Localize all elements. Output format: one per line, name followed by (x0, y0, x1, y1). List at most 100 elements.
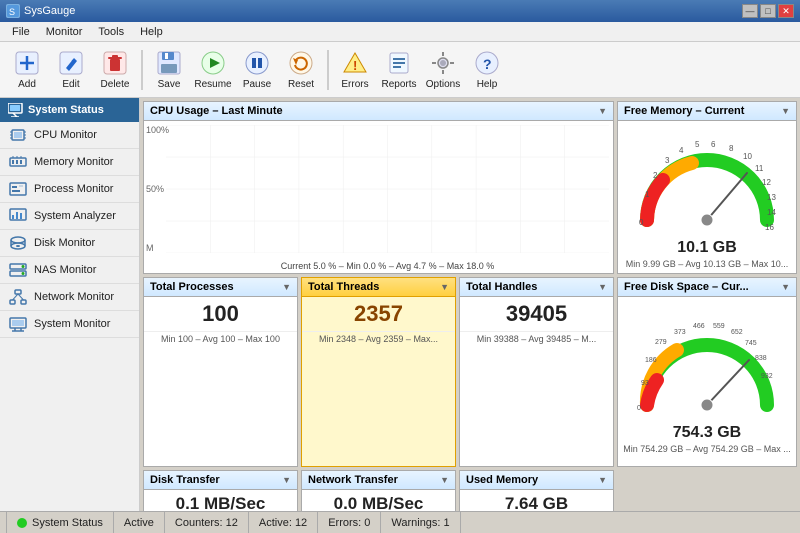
sidebar-nas-label: NAS Monitor (34, 264, 96, 276)
minimize-button[interactable]: — (742, 4, 758, 18)
total-processes-header: Total Processes ▼ (144, 278, 297, 297)
svg-text:559: 559 (713, 323, 725, 330)
svg-text:14: 14 (767, 208, 776, 217)
errors-icon: ! (341, 49, 369, 77)
status-active-count: Active: 12 (249, 512, 318, 533)
reports-button[interactable]: Reports (378, 46, 420, 93)
svg-text:8: 8 (729, 144, 734, 153)
total-handles-panel: Total Handles ▼ 39405 Min 39388 – Avg 39… (459, 277, 614, 467)
status-active-label: Active (124, 517, 154, 529)
save-icon (155, 49, 183, 77)
main-layout: System Status CPU Monitor Memory Monitor… (0, 98, 800, 511)
add-icon (13, 49, 41, 77)
sidebar-item-process[interactable]: Process Monitor (0, 176, 139, 203)
total-threads-arrow[interactable]: ▼ (440, 282, 449, 292)
free-disk-panel: Free Disk Space – Cur... ▼ (617, 277, 797, 467)
svg-text:279: 279 (655, 339, 667, 346)
free-disk-value: 754.3 GB (673, 424, 741, 442)
menu-monitor[interactable]: Monitor (38, 24, 91, 40)
status-warnings-label: Warnings: 1 (391, 517, 449, 529)
status-system-status: System Status (6, 512, 114, 533)
disk-transfer-arrow[interactable]: ▼ (282, 475, 291, 485)
network-transfer-panel: Network Transfer ▼ 0.0 MB/Sec Min 0.0 MB… (301, 470, 456, 511)
maximize-button[interactable]: □ (760, 4, 776, 18)
svg-text:10: 10 (743, 152, 752, 161)
svg-text:13: 13 (767, 193, 776, 202)
disk-transfer-panel: Disk Transfer ▼ 0.1 MB/Sec Min 0.0 MB/Se… (143, 470, 298, 511)
sidebar-item-analyzer[interactable]: System Analyzer (0, 203, 139, 230)
free-memory-title: Free Memory – Current (624, 105, 744, 117)
svg-text:?: ? (483, 56, 492, 72)
menu-help[interactable]: Help (132, 24, 171, 40)
svg-text:652: 652 (731, 329, 743, 336)
sidebar-item-system[interactable]: System Monitor (0, 311, 139, 338)
add-button[interactable]: Add (6, 46, 48, 93)
reset-icon (287, 49, 315, 77)
free-memory-limits: Min 9.99 GB – Avg 10.13 GB – Max 10... (626, 259, 788, 269)
sidebar-item-memory[interactable]: Memory Monitor (0, 149, 139, 176)
cpu-chart-status: Current 5.0 % – Min 0.0 % – Avg 4.7 % – … (166, 261, 609, 271)
menu-file[interactable]: File (4, 24, 38, 40)
stats-row-1: Total Processes ▼ 100 Min 100 – Avg 100 … (143, 277, 614, 467)
total-threads-limits: Min 2348 – Avg 2359 – Max... (302, 331, 455, 348)
sidebar-item-network[interactable]: Network Monitor (0, 284, 139, 311)
edit-icon (57, 49, 85, 77)
disk-transfer-header: Disk Transfer ▼ (144, 471, 297, 490)
stats-row-2-container: Disk Transfer ▼ 0.1 MB/Sec Min 0.0 MB/Se… (143, 470, 797, 511)
network-transfer-title: Network Transfer (308, 474, 398, 486)
delete-button[interactable]: Delete (94, 46, 136, 93)
free-memory-arrow[interactable]: ▼ (781, 106, 790, 116)
sidebar-item-nas[interactable]: NAS Monitor (0, 257, 139, 284)
svg-text:3: 3 (665, 156, 670, 165)
svg-text:838: 838 (755, 355, 767, 362)
help-button[interactable]: ? Help (466, 46, 508, 93)
pause-button[interactable]: Pause (236, 46, 278, 93)
reset-button[interactable]: Reset (280, 46, 322, 93)
sidebar-item-disk[interactable]: Disk Monitor (0, 230, 139, 257)
menu-tools[interactable]: Tools (90, 24, 132, 40)
status-system-label: System Status (32, 517, 103, 529)
menu-bar: File Monitor Tools Help (0, 22, 800, 42)
cpu-panel: CPU Usage – Last Minute ▼ 100% 50% M (143, 101, 614, 274)
status-errors: Errors: 0 (318, 512, 381, 533)
top-row: CPU Usage – Last Minute ▼ 100% 50% M (143, 101, 797, 274)
sidebar-memory-label: Memory Monitor (34, 156, 113, 168)
used-memory-title: Used Memory (466, 474, 538, 486)
free-disk-title: Free Disk Space – Cur... (624, 281, 749, 293)
used-memory-arrow[interactable]: ▼ (598, 475, 607, 485)
pause-icon (243, 49, 271, 77)
status-active-count-label: Active: 12 (259, 517, 307, 529)
sidebar-cpu-label: CPU Monitor (34, 129, 97, 141)
options-button[interactable]: Options (422, 46, 464, 93)
resume-button[interactable]: Resume (192, 46, 234, 93)
svg-text:466: 466 (693, 323, 705, 330)
save-button[interactable]: Save (148, 46, 190, 93)
cpu-panel-arrow[interactable]: ▼ (598, 106, 607, 116)
status-dot (17, 518, 27, 528)
status-warnings: Warnings: 1 (381, 512, 460, 533)
total-threads-header: Total Threads ▼ (302, 278, 455, 297)
sidebar-item-cpu[interactable]: CPU Monitor (0, 122, 139, 149)
disk-transfer-title: Disk Transfer (150, 474, 220, 486)
total-processes-panel: Total Processes ▼ 100 Min 100 – Avg 100 … (143, 277, 298, 467)
close-button[interactable]: ✕ (778, 4, 794, 18)
errors-button[interactable]: ! Errors (334, 46, 376, 93)
network-icon (8, 289, 28, 305)
network-transfer-arrow[interactable]: ▼ (440, 475, 449, 485)
total-handles-arrow[interactable]: ▼ (598, 282, 607, 292)
edit-button[interactable]: Edit (50, 46, 92, 93)
sidebar-header-label: System Status (28, 104, 104, 116)
cpu-chart-svg (166, 125, 609, 253)
system-icon (8, 316, 28, 332)
svg-text:2: 2 (653, 171, 658, 180)
total-processes-arrow[interactable]: ▼ (282, 282, 291, 292)
stats-row-1-container: Total Processes ▼ 100 Min 100 – Avg 100 … (143, 277, 797, 467)
free-memory-gauge-svg: 0 1 2 3 4 5 6 8 10 11 12 13 14 16 (627, 125, 787, 235)
svg-text:4: 4 (679, 146, 684, 155)
svg-text:745: 745 (745, 340, 757, 347)
window-controls: — □ ✕ (742, 4, 794, 18)
free-disk-header: Free Disk Space – Cur... ▼ (618, 278, 796, 297)
free-disk-arrow[interactable]: ▼ (781, 282, 790, 292)
network-transfer-value: 0.0 MB/Sec (302, 490, 455, 511)
total-handles-value: 39405 (460, 297, 613, 329)
